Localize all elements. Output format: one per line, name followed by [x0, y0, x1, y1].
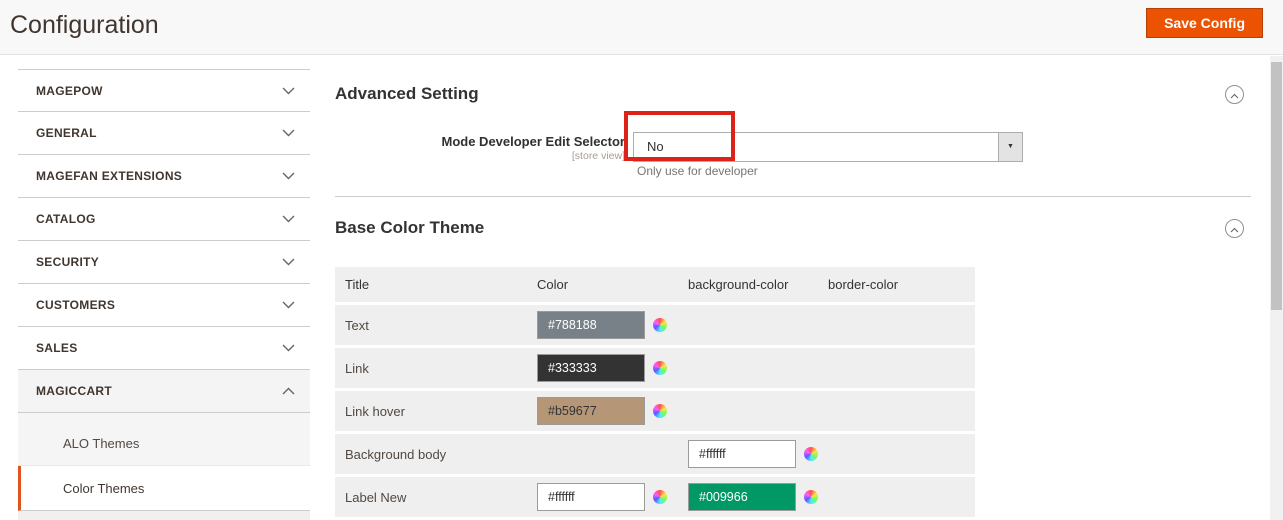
table-row: Background body — [335, 434, 975, 474]
table-header-row: Title Color background-color border-colo… — [335, 267, 975, 302]
sidebar-item-alo-themes[interactable]: ALO Themes — [18, 421, 310, 466]
base-color-theme-title: Base Color Theme — [335, 218, 484, 238]
field-label-block: Mode Developer Edit Selector [store view… — [335, 134, 625, 162]
color-table-body: Text Link Link hover Background body Label N… — [335, 305, 975, 517]
sidebar-group-general[interactable]: GENERAL — [18, 112, 310, 155]
sidebar-item-color-themes[interactable]: Color Themes — [18, 466, 310, 511]
background-color-input[interactable] — [688, 483, 796, 511]
color-picker-icon[interactable] — [804, 447, 818, 461]
chevron-down-icon — [282, 258, 295, 266]
select-dropdown-arrow-icon: ▼ — [998, 133, 1022, 161]
color-theme-table: Title Color background-color border-colo… — [335, 267, 975, 520]
sidebar-submenu: ALO Themes Color Themes — [18, 413, 310, 520]
field-scope-label: [store view] — [335, 150, 625, 162]
color-input[interactable] — [537, 397, 645, 425]
page-title: Configuration — [10, 11, 159, 40]
sidebar-groups: MAGEPOW GENERAL MAGEFAN EXTENSIONS CATALOG S… — [18, 69, 310, 413]
field-label: Mode Developer Edit Selector — [335, 134, 625, 149]
advanced-setting-title: Advanced Setting — [335, 84, 479, 104]
config-sidebar: MAGEPOW GENERAL MAGEFAN EXTENSIONS CATALOG S… — [18, 69, 310, 520]
sidebar-group-magiccart[interactable]: MAGICCART — [18, 370, 310, 413]
row-title: Label New — [335, 490, 525, 505]
sidebar-group-sales[interactable]: SALES — [18, 327, 310, 370]
sidebar-group-customers[interactable]: CUSTOMERS — [18, 284, 310, 327]
field-hint: Only use for developer — [637, 164, 758, 178]
table-row: Label New — [335, 477, 975, 517]
sidebar-group-label: MAGICCART — [36, 384, 112, 398]
scrollbar-thumb[interactable] — [1271, 62, 1282, 310]
sidebar-submenu-overflow — [18, 511, 310, 520]
sidebar-group-magepow[interactable]: MAGEPOW — [18, 69, 310, 112]
configuration-page: Configuration Save Config MAGEPOW GENERAL… — [0, 0, 1283, 520]
sidebar-item-label: ALO Themes — [63, 436, 139, 451]
mode-developer-select[interactable]: No ▼ — [633, 132, 1023, 162]
table-row: Link — [335, 348, 975, 388]
chevron-up-icon — [282, 387, 295, 395]
sidebar-group-label: SALES — [36, 341, 78, 355]
color-input[interactable] — [537, 483, 645, 511]
background-color-input[interactable] — [688, 440, 796, 468]
chevron-down-icon — [282, 344, 295, 352]
color-picker-icon[interactable] — [653, 404, 667, 418]
sidebar-group-label: CUSTOMERS — [36, 298, 115, 312]
color-picker-icon[interactable] — [653, 318, 667, 332]
sidebar-group-magefan-extensions[interactable]: MAGEFAN EXTENSIONS — [18, 155, 310, 198]
sidebar-item-label: Color Themes — [63, 481, 144, 496]
column-header: border-color — [820, 277, 975, 292]
sidebar-group-label: MAGEFAN EXTENSIONS — [36, 169, 182, 183]
color-picker-icon[interactable] — [804, 490, 818, 504]
chevron-down-icon — [282, 129, 295, 137]
color-input[interactable] — [537, 311, 645, 339]
chevron-up-icon — [1230, 220, 1239, 238]
sidebar-group-label: CATALOG — [36, 212, 96, 226]
row-title: Link hover — [335, 404, 525, 419]
sidebar-group-label: GENERAL — [36, 126, 97, 140]
column-header: Title — [335, 277, 525, 292]
collapse-section-button[interactable] — [1225, 219, 1244, 238]
chevron-down-icon — [282, 215, 295, 223]
chevron-down-icon — [282, 172, 295, 180]
save-config-button[interactable]: Save Config — [1146, 8, 1263, 38]
row-title: Text — [335, 318, 525, 333]
select-value: No — [647, 139, 664, 154]
column-header: background-color — [680, 277, 820, 292]
sidebar-group-label: MAGEPOW — [36, 84, 103, 98]
sidebar-group-label: SECURITY — [36, 255, 99, 269]
color-picker-icon[interactable] — [653, 490, 667, 504]
scrollbar-track[interactable] — [1270, 56, 1283, 520]
table-row: Text — [335, 305, 975, 345]
sidebar-group-security[interactable]: SECURITY — [18, 241, 310, 284]
chevron-down-icon — [282, 301, 295, 309]
color-input[interactable] — [537, 354, 645, 382]
row-title: Link — [335, 361, 525, 376]
sidebar-group-catalog[interactable]: CATALOG — [18, 198, 310, 241]
page-header: Configuration Save Config — [0, 0, 1283, 55]
chevron-down-icon — [282, 87, 295, 95]
row-title: Background body — [335, 447, 525, 462]
table-row: Link hover — [335, 391, 975, 431]
collapse-section-button[interactable] — [1225, 85, 1244, 104]
column-header: Color — [525, 277, 680, 292]
color-picker-icon[interactable] — [653, 361, 667, 375]
section-divider — [335, 196, 1251, 197]
chevron-up-icon — [1230, 86, 1239, 104]
